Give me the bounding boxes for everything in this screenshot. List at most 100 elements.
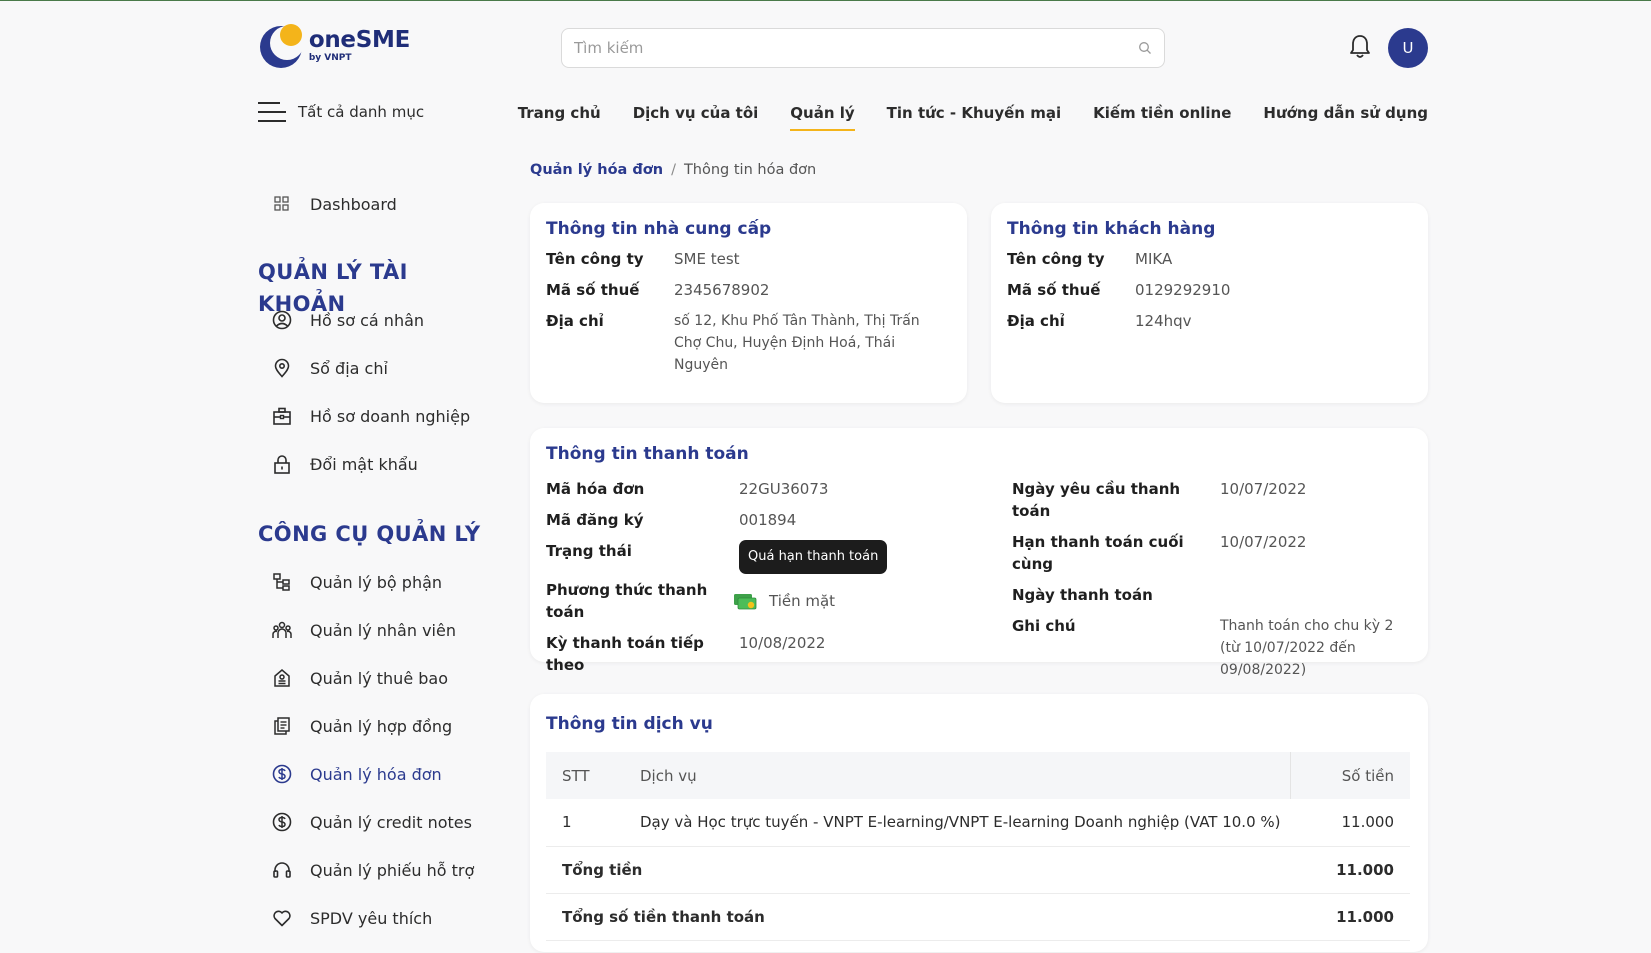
sidebar-item-label: Hồ sơ doanh nghiệp	[310, 406, 471, 426]
supplier-address-label: Địa chỉ	[546, 312, 604, 330]
service-card-title: Thông tin dịch vụ	[546, 714, 713, 734]
customer-company-label: Tên công ty	[1007, 250, 1105, 268]
supplier-card-title: Thông tin nhà cung cấp	[546, 219, 772, 239]
all-categories-label: Tất cả danh mục	[298, 103, 425, 121]
customer-tax-label: Mã số thuế	[1007, 281, 1101, 299]
account-section-heading: QUẢN LÝ TÀI KHOẢN	[258, 260, 408, 316]
customer-address-label: Địa chỉ	[1007, 312, 1065, 330]
hamburger-icon	[258, 100, 286, 124]
sidebar-item-contracts[interactable]: Quản lý hợp đồng	[258, 702, 498, 750]
registration-code-label: Mã đăng ký	[546, 511, 644, 529]
location-pin-icon	[274, 358, 290, 378]
sidebar-item-label: Hồ sơ cá nhân	[310, 310, 425, 330]
lock-icon	[274, 455, 290, 474]
sidebar-item-label: Quản lý bộ phận	[310, 572, 443, 592]
invoice-code-value: 22GU36073	[739, 480, 829, 498]
nav-my-services[interactable]: Dịch vụ của tôi	[633, 104, 759, 122]
nav-earn-online[interactable]: Kiếm tiền online	[1093, 104, 1231, 122]
sidebar-item-label: Quản lý hóa đơn	[310, 764, 442, 784]
col-amount: Số tiền	[1290, 752, 1410, 799]
sidebar-item-label: Quản lý phiếu hỗ trợ	[310, 860, 475, 880]
nav-management[interactable]: Quản lý	[790, 104, 856, 131]
grand-total-value: 11.000	[1290, 893, 1410, 941]
sidebar-item-change-password[interactable]: Đổi mật khẩu	[258, 440, 498, 488]
subscription-icon	[274, 669, 290, 687]
note-value: Thanh toán cho chu kỳ 2 (từ 10/07/2022 đ…	[1220, 618, 1394, 678]
customer-address-value: 124hqv	[1135, 312, 1192, 330]
brand-name: oneSME	[308, 27, 410, 53]
sidebar-item-credit-notes[interactable]: Quản lý credit notes	[258, 798, 498, 846]
sidebar-item-departments[interactable]: Quản lý bộ phận	[258, 558, 498, 606]
briefcase-icon	[273, 407, 291, 425]
sidebar-item-label: Dashboard	[310, 194, 397, 214]
paid-date-label: Ngày thanh toán	[1012, 586, 1153, 604]
breadcrumb-parent-link[interactable]: Quản lý hóa đơn	[530, 162, 663, 178]
bell-icon[interactable]	[1348, 34, 1372, 60]
dollar-circle-icon	[272, 812, 292, 832]
next-period-label: Kỳ thanh toán tiếp theo	[546, 634, 704, 674]
nav-news-promotions[interactable]: Tin tức - Khuyến mại	[887, 104, 1061, 122]
sidebar-item-business-profile[interactable]: Hồ sơ doanh nghiệp	[258, 392, 498, 440]
sidebar-item-label: Sổ địa chỉ	[310, 358, 388, 378]
deadline-value: 10/07/2022	[1220, 533, 1307, 551]
total-value: 11.000	[1290, 846, 1410, 894]
payment-method-label: Phương thức thanh toán	[546, 581, 708, 621]
brand-logo[interactable]: oneSME by VNPT	[260, 24, 410, 68]
sidebar-item-label: SPDV yêu thích	[310, 908, 433, 928]
sidebar-item-support-tickets[interactable]: Quản lý phiếu hỗ trợ	[258, 846, 498, 894]
headset-icon	[273, 862, 291, 878]
row-stt: 1	[546, 799, 640, 847]
status-label: Trạng thái	[546, 542, 632, 560]
search-icon[interactable]	[1138, 41, 1152, 55]
breadcrumb-separator: /	[671, 162, 676, 178]
supplier-company-value: SME test	[674, 250, 740, 268]
search-box[interactable]	[561, 28, 1165, 68]
customer-tax-value: 0129292910	[1135, 281, 1231, 299]
nav-user-guide[interactable]: Hướng dẫn sử dụng	[1263, 104, 1428, 122]
sidebar-item-subscriptions[interactable]: Quản lý thuê bao	[258, 654, 498, 702]
sidebar: Dashboard QUẢN LÝ TÀI KHOẢN Hồ sơ cá nhâ…	[258, 180, 498, 942]
status-badge: Quá hạn thanh toán	[739, 540, 888, 574]
sidebar-item-address-book[interactable]: Sổ địa chỉ	[258, 344, 498, 392]
brand-sub: by VNPT	[308, 53, 352, 63]
supplier-tax-label: Mã số thuế	[546, 281, 640, 299]
nav-home[interactable]: Trang chủ	[518, 104, 601, 122]
supplier-company-label: Tên công ty	[546, 250, 644, 268]
org-tree-icon	[273, 573, 290, 591]
people-icon	[272, 621, 292, 638]
grand-total-row: Tổng số tiền thanh toán 11.000	[546, 893, 1410, 941]
supplier-address-value: số 12, Khu Phố Tân Thành, Thị Trấn Chợ C…	[674, 313, 920, 373]
payment-method-value: Tiền mặt	[769, 592, 836, 610]
table-row: 1 Dạy và Học trực tuyến - VNPT E-learnin…	[546, 799, 1410, 847]
sidebar-item-employees[interactable]: Quản lý nhân viên	[258, 606, 498, 654]
registration-code-value: 001894	[739, 511, 797, 529]
table-header-row: STT Dịch vụ Số tiền	[546, 752, 1410, 799]
user-circle-icon	[272, 310, 292, 330]
heart-icon	[273, 910, 291, 927]
top-border	[0, 0, 1651, 1]
logo-mark-icon	[260, 24, 304, 68]
user-avatar[interactable]: U	[1388, 28, 1428, 68]
grand-total-label: Tổng số tiền thanh toán	[546, 893, 1290, 941]
payment-card: Thông tin thanh toán Mã hóa đơn 22GU3607…	[530, 428, 1428, 678]
customer-company-value: MIKA	[1135, 250, 1173, 268]
search-input[interactable]	[562, 29, 1122, 67]
row-amount: 11.000	[1290, 799, 1410, 847]
sidebar-item-invoices[interactable]: Quản lý hóa đơn	[258, 750, 498, 798]
all-categories-button[interactable]: Tất cả danh mục	[258, 100, 424, 124]
sidebar-item-label: Quản lý credit notes	[310, 812, 472, 832]
service-card: Thông tin dịch vụ STT Dịch vụ Số tiền 1 …	[530, 694, 1428, 952]
customer-card: Thông tin khách hàng Tên công ty MIKA Mã…	[991, 203, 1428, 403]
service-table: STT Dịch vụ Số tiền 1 Dạy và Học trực tu…	[546, 752, 1410, 941]
sidebar-item-favorites[interactable]: SPDV yêu thích	[258, 894, 498, 942]
customer-card-title: Thông tin khách hàng	[1007, 219, 1216, 239]
grid-icon	[274, 196, 289, 211]
cash-icon	[734, 594, 757, 610]
invoice-code-label: Mã hóa đơn	[546, 480, 645, 498]
col-stt: STT	[546, 752, 640, 799]
sidebar-item-label: Quản lý hợp đồng	[310, 716, 453, 736]
sidebar-item-dashboard[interactable]: Dashboard	[258, 180, 498, 228]
dollar-circle-icon	[272, 764, 292, 784]
row-service: Dạy và Học trực tuyến - VNPT E-learning/…	[640, 799, 1290, 847]
supplier-tax-value: 2345678902	[674, 281, 770, 299]
